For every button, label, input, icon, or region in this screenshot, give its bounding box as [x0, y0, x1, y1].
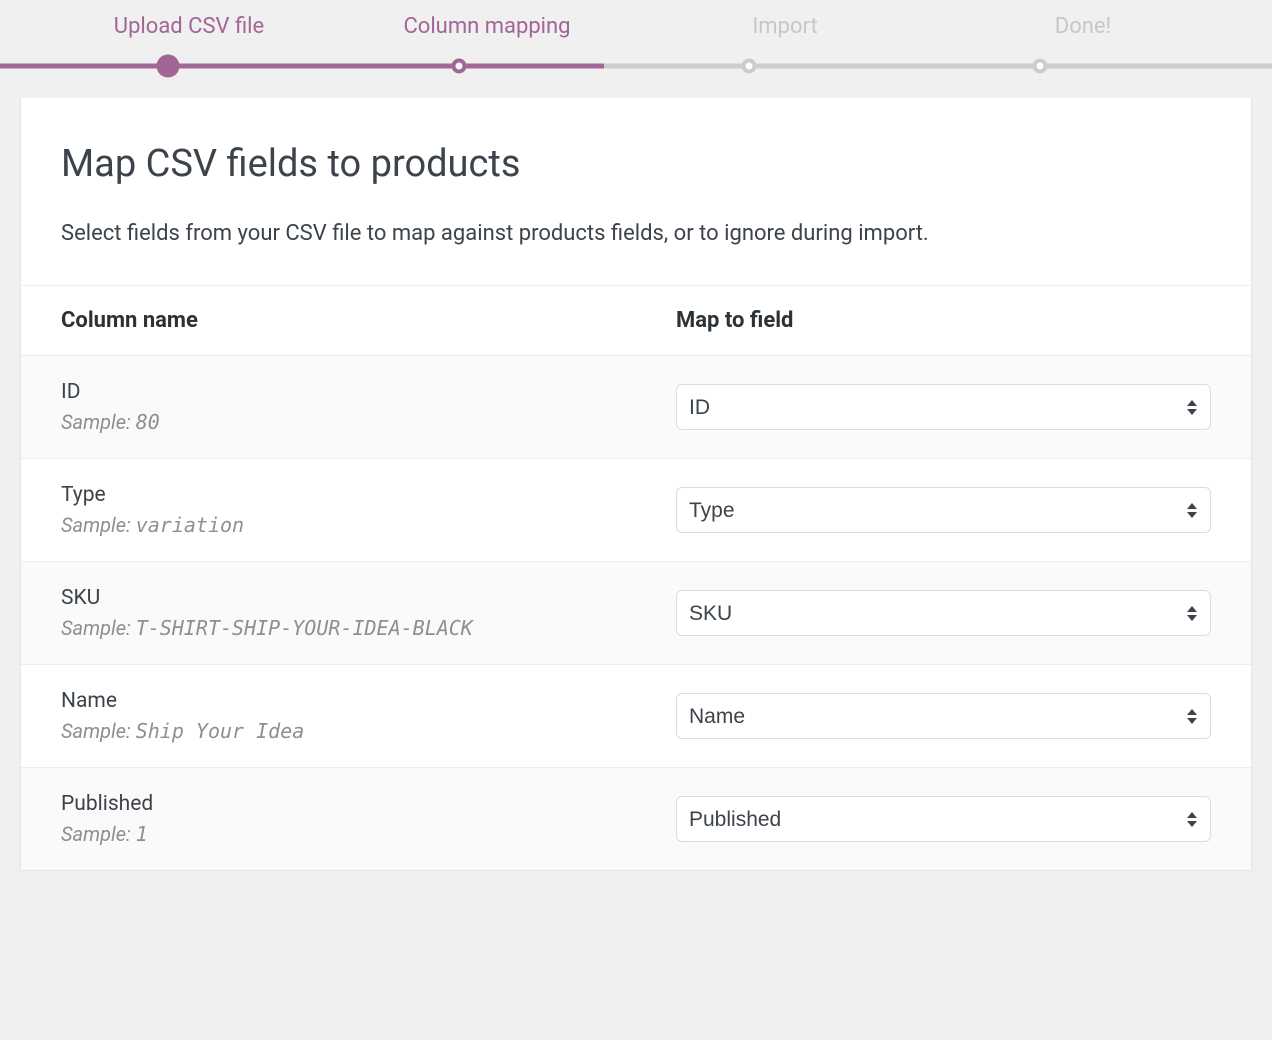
step-dot-upload [156, 54, 179, 77]
card-header: Map CSV fields to products Select fields… [21, 98, 1251, 286]
column-name-cell: Name Sample: Ship Your Idea [21, 665, 636, 768]
mapping-table: Column name Map to field ID Sample: 80 ID T… [21, 286, 1251, 870]
map-to-cell: SKU [636, 562, 1251, 665]
sample-value: 1 [136, 822, 148, 846]
column-name-label: Type [61, 483, 596, 507]
sample-value: T-SHIRT-SHIP-YOUR-IDEA-BLACK [136, 616, 473, 640]
sample-value: variation [136, 513, 244, 537]
column-name-cell: Type Sample: variation [21, 459, 636, 562]
sample-value: 80 [136, 410, 160, 434]
table-row: SKUSample: T-SHIRT-SHIP-YOUR-IDEA-BLACKS… [21, 562, 1251, 665]
step-import: Import [636, 14, 934, 39]
column-name-label: SKU [61, 586, 596, 610]
column-name-cell: SKU Sample: T-SHIRT-SHIP-YOUR-IDEA-BLACK [21, 562, 636, 665]
map-to-select[interactable]: ID [676, 384, 1211, 430]
column-name-label: Name [61, 689, 596, 713]
column-sample: Sample: T-SHIRT-SHIP-YOUR-IDEA-BLACK [61, 616, 596, 640]
column-sample: Sample: Ship Your Idea [61, 719, 596, 743]
step-upload: Upload CSV file [40, 14, 338, 39]
header-map-to: Map to field [636, 286, 1251, 356]
map-to-cell: Published [636, 768, 1251, 871]
map-to-select[interactable]: Type [676, 487, 1211, 533]
page-description: Select fields from your CSV file to map … [61, 216, 1211, 251]
select-wrap: Name [676, 693, 1211, 739]
select-wrap: ID [676, 384, 1211, 430]
map-to-cell: ID [636, 356, 1251, 459]
map-to-select[interactable]: SKU [676, 590, 1211, 636]
table-row: Name Sample: Ship Your Idea Name [21, 665, 1251, 768]
column-name-label: ID [61, 380, 596, 404]
map-to-cell: Type [636, 459, 1251, 562]
sample-prefix: Sample: [61, 719, 136, 743]
sample-prefix: Sample: [61, 513, 136, 537]
table-row: Published Sample: 1 Published [21, 768, 1251, 871]
select-wrap: Published [676, 796, 1211, 842]
progress-stepper: Upload CSV file Column mapping Import Do… [0, 0, 1272, 98]
stepper-labels: Upload CSV file Column mapping Import Do… [0, 14, 1272, 39]
header-column-name: Column name [21, 286, 636, 356]
column-sample: Sample: variation [61, 513, 596, 537]
sample-value: Ship Your Idea [136, 719, 305, 743]
sample-prefix: Sample: [61, 822, 136, 846]
step-dot-column-mapping [451, 58, 466, 73]
column-name-label: Published [61, 792, 596, 816]
map-to-select[interactable]: Published [676, 796, 1211, 842]
page-title: Map CSV fields to products [61, 142, 1211, 186]
stepper-bar-fill [0, 63, 604, 68]
sample-prefix: Sample: [61, 410, 136, 434]
sample-prefix: Sample: [61, 616, 136, 640]
select-wrap: Type [676, 487, 1211, 533]
column-sample: Sample: 80 [61, 410, 596, 434]
column-name-cell: Published Sample: 1 [21, 768, 636, 871]
mapping-table-body: ID Sample: 80 ID Type Sample: variation Type S… [21, 356, 1251, 871]
mapping-card: Map CSV fields to products Select fields… [20, 98, 1252, 871]
step-dot-done [1032, 58, 1047, 73]
map-to-select[interactable]: Name [676, 693, 1211, 739]
table-row: Type Sample: variation Type [21, 459, 1251, 562]
table-row: ID Sample: 80 ID [21, 356, 1251, 459]
column-name-cell: ID Sample: 80 [21, 356, 636, 459]
step-dot-import [742, 58, 757, 73]
column-sample: Sample: 1 [61, 822, 596, 846]
select-wrap: SKU [676, 590, 1211, 636]
stepper-bar [0, 63, 1272, 68]
step-done: Done! [934, 14, 1232, 39]
map-to-cell: Name [636, 665, 1251, 768]
step-column-mapping: Column mapping [338, 14, 636, 39]
